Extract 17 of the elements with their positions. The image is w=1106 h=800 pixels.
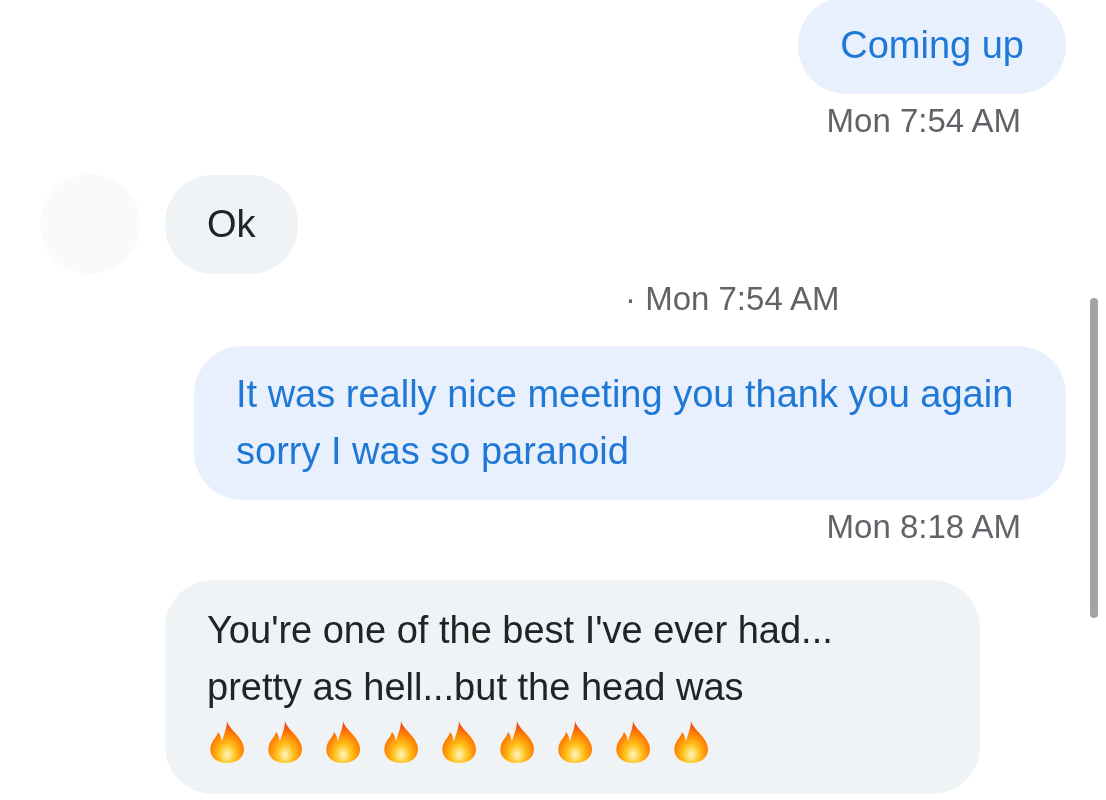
- message-text: It was really nice meeting you thank you again sorry I was so paranoid: [236, 373, 1014, 472]
- message-text: Ok: [207, 201, 256, 247]
- fire-icon: [207, 720, 247, 764]
- fire-icon: [439, 720, 479, 764]
- sender-timestamp: · Mon 7:54 AM: [625, 280, 840, 318]
- fire-icon: [265, 720, 305, 764]
- timestamp: Mon 7:54 AM: [826, 102, 1021, 140]
- message-text: You're one of the best I've ever had... pretty as hell...but the head was: [207, 608, 834, 710]
- fire-icon: [613, 720, 653, 764]
- fire-icon: [671, 720, 711, 764]
- fire-icon: [381, 720, 421, 764]
- fire-icon: [323, 720, 363, 764]
- fire-icon: [497, 720, 537, 764]
- timestamp: Mon 8:18 AM: [826, 508, 1021, 546]
- message-text: Coming up: [840, 24, 1024, 66]
- scrollbar[interactable]: [1090, 298, 1098, 618]
- fire-icon: [555, 720, 595, 764]
